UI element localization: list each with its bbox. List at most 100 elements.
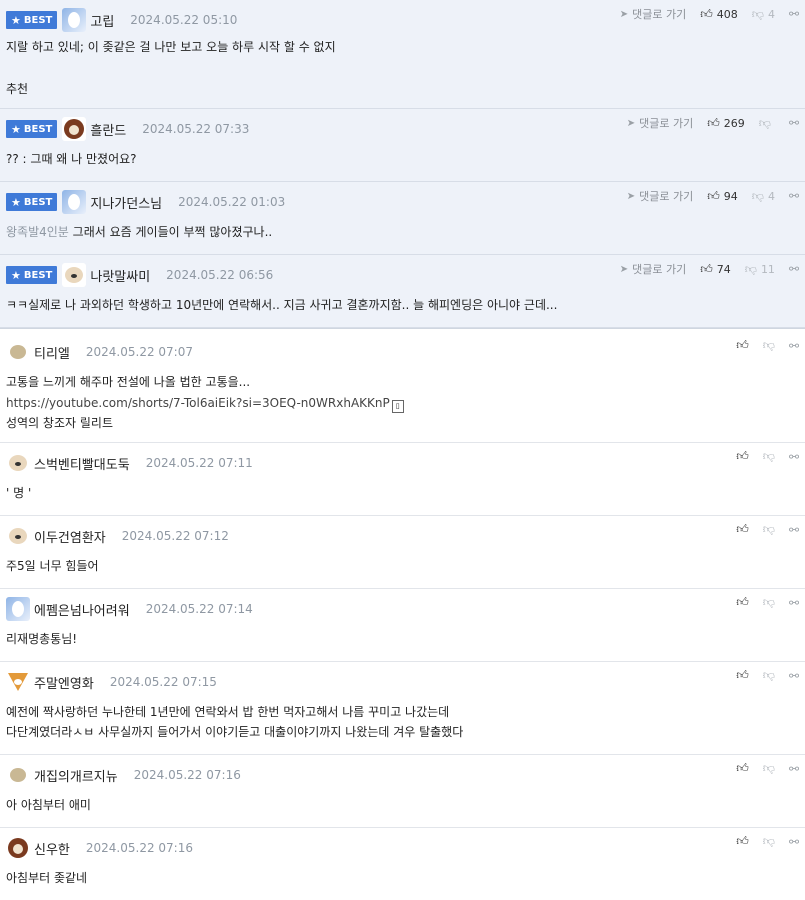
link-icon: ⚯ <box>788 595 799 610</box>
goto-comment-link[interactable]: ➤ 댓글로 가기 <box>627 115 694 131</box>
nickname[interactable]: 티리엘 <box>34 343 70 362</box>
share-button[interactable]: ⚯ <box>789 189 799 203</box>
nickname[interactable]: 주말엔영화 <box>34 673 94 692</box>
comment-body: 리재명총통님! <box>6 632 78 646</box>
comment-body: 아침부터 좆같네 <box>6 871 88 885</box>
dislike-button[interactable]: 👎︎ <box>763 449 775 464</box>
comment-body: 왕족발4인분 그래서 요즘 게이들이 부쩍 많아졌구나.. <box>6 225 273 239</box>
share-button[interactable]: ⚯ <box>789 339 799 353</box>
comment-actions: ➤ 댓글로 가기 👍︎ 74 👎︎ 11 ⚯ <box>620 261 799 277</box>
comment-body: 성역의 창조자 릴리트 <box>6 416 113 430</box>
nickname[interactable]: 흘란드 <box>90 120 126 139</box>
external-link-icon[interactable]: ▯ <box>391 400 404 413</box>
like-button[interactable]: 👍︎ <box>736 834 749 849</box>
share-button[interactable]: ⚯ <box>789 116 799 130</box>
nickname[interactable]: 나랏말싸미 <box>90 266 150 285</box>
dislike-button[interactable]: 👎︎ 4 <box>752 7 775 22</box>
like-button[interactable]: 👍︎ 269 <box>707 116 745 131</box>
goto-comment-link[interactable]: ➤ 댓글로 가기 <box>620 6 687 22</box>
dislike-button[interactable]: 👎︎ <box>763 834 775 849</box>
thumbs-down-icon: 👎︎ <box>762 338 775 352</box>
best-badge: ★ BEST <box>6 11 58 29</box>
goto-comment-link[interactable]: ➤ 댓글로 가기 <box>627 188 694 204</box>
like-button[interactable]: 👍︎ <box>736 595 749 610</box>
comment-date: 2024.05.22 07:16 <box>133 768 241 782</box>
avatar[interactable] <box>6 836 30 860</box>
link-icon: ⚯ <box>788 449 799 464</box>
comment-actions: 👍︎ 👎︎ ⚯ <box>736 338 799 353</box>
nickname[interactable]: 신우한 <box>34 839 70 858</box>
share-button[interactable]: ⚯ <box>789 669 799 683</box>
star-icon: ★ <box>11 13 21 27</box>
link-icon: ⚯ <box>788 338 799 353</box>
nickname[interactable]: 개집의개르지뉴 <box>34 766 118 785</box>
avatar[interactable] <box>62 8 87 32</box>
star-icon: ★ <box>11 268 21 282</box>
dislike-count: 4 <box>767 189 775 203</box>
comment-actions: 👍︎ 👎︎ ⚯ <box>736 595 799 610</box>
like-button[interactable]: 👍︎ 408 <box>700 7 738 22</box>
comment-date: 2024.05.22 07:33 <box>142 122 250 136</box>
nickname[interactable]: 고립 <box>90 11 114 30</box>
comment-header: 개집의개르지뉴 2024.05.22 07:16 <box>6 763 241 787</box>
avatar[interactable] <box>62 117 87 141</box>
avatar[interactable] <box>6 597 30 621</box>
nickname[interactable]: 스벅벤티빨대도둑 <box>34 454 130 473</box>
share-button[interactable]: ⚯ <box>789 450 799 464</box>
comment-body: 고통을 느끼게 해주마 전설에 나올 법한 고통을... <box>6 375 251 389</box>
dislike-button[interactable]: 👎︎ 11 <box>745 262 775 277</box>
arrow-icon: ➤ <box>619 263 629 275</box>
goto-comment-link[interactable]: ➤ 댓글로 가기 <box>620 261 687 277</box>
thumbs-down-icon: 👎︎ <box>762 595 775 609</box>
nickname[interactable]: 이두건염환자 <box>34 527 106 546</box>
avatar[interactable] <box>6 763 30 787</box>
comment-actions: ➤ 댓글로 가기 👍︎ 408 👎︎ 4 ⚯ <box>620 6 799 22</box>
comment-date: 2024.05.22 07:11 <box>145 456 253 470</box>
dislike-button[interactable]: 👎︎ <box>763 522 775 537</box>
share-button[interactable]: ⚯ <box>789 262 799 276</box>
link-icon: ⚯ <box>788 668 799 683</box>
comment-body: ?? : 그때 왜 나 만졌어요? <box>6 152 137 166</box>
comment: 주말엔영화 2024.05.22 07:15 👍︎ 👎︎ ⚯ 예전에 짝사랑하던… <box>0 662 805 755</box>
like-button[interactable]: 👍︎ <box>736 338 749 353</box>
share-button[interactable]: ⚯ <box>789 523 799 537</box>
comment-actions: 👍︎ 👎︎ ⚯ <box>736 449 799 464</box>
dislike-button[interactable]: 👎︎ <box>763 595 775 610</box>
best-comment: ★ BEST 지나가던스님 2024.05.22 01:03 ➤ 댓글로 가기 👍︎… <box>0 182 805 255</box>
dislike-button[interactable]: 👎︎ <box>763 338 775 353</box>
like-button[interactable]: 👍︎ <box>736 522 749 537</box>
avatar[interactable] <box>6 670 30 694</box>
comment: 에펨은넘나어려워 2024.05.22 07:14 👍︎ 👎︎ ⚯ 리재명총통님… <box>0 589 805 662</box>
nickname[interactable]: 에펨은넘나어려워 <box>34 600 130 619</box>
thumbs-up-icon: 👍︎ <box>700 6 713 21</box>
share-button[interactable]: ⚯ <box>789 596 799 610</box>
nickname[interactable]: 지나가던스님 <box>90 193 162 212</box>
avatar[interactable] <box>6 524 30 548</box>
thumbs-up-icon: 👍︎ <box>736 668 749 682</box>
dislike-button[interactable]: 👎︎ <box>759 116 775 131</box>
thumbs-down-icon: 👎︎ <box>762 834 775 848</box>
comment-body: 주5일 너무 힘들어 <box>6 559 99 573</box>
like-button[interactable]: 👍︎ 94 <box>707 189 738 204</box>
dislike-button[interactable]: 👎︎ <box>763 668 775 683</box>
avatar[interactable] <box>62 263 87 287</box>
comment-date: 2024.05.22 01:03 <box>178 195 286 209</box>
avatar[interactable] <box>6 340 30 364</box>
thumbs-up-icon: 👍︎ <box>736 761 749 775</box>
dislike-button[interactable]: 👎︎ <box>763 761 775 776</box>
share-button[interactable]: ⚯ <box>789 762 799 776</box>
avatar[interactable] <box>6 451 30 475</box>
like-button[interactable]: 👍︎ <box>736 668 749 683</box>
like-button[interactable]: 👍︎ <box>736 761 749 776</box>
comment-date: 2024.05.22 07:07 <box>85 345 193 359</box>
share-button[interactable]: ⚯ <box>789 835 799 849</box>
reply-target[interactable]: 왕족발4인분 <box>6 225 69 239</box>
dislike-button[interactable]: 👎︎ 4 <box>752 189 775 204</box>
like-button[interactable]: 👍︎ 74 <box>700 262 731 277</box>
avatar[interactable] <box>62 190 87 214</box>
comment-link[interactable]: https://youtube.com/shorts/7-Tol6aiEik?s… <box>6 393 404 413</box>
like-button[interactable]: 👍︎ <box>736 449 749 464</box>
comment-body: ㅋㅋ실제로 나 과외하던 학생하고 10년만에 연락해서.. 지금 사귀고 결혼… <box>6 298 558 312</box>
comment-header: 주말엔영화 2024.05.22 07:15 <box>6 670 217 694</box>
share-button[interactable]: ⚯ <box>789 7 799 21</box>
